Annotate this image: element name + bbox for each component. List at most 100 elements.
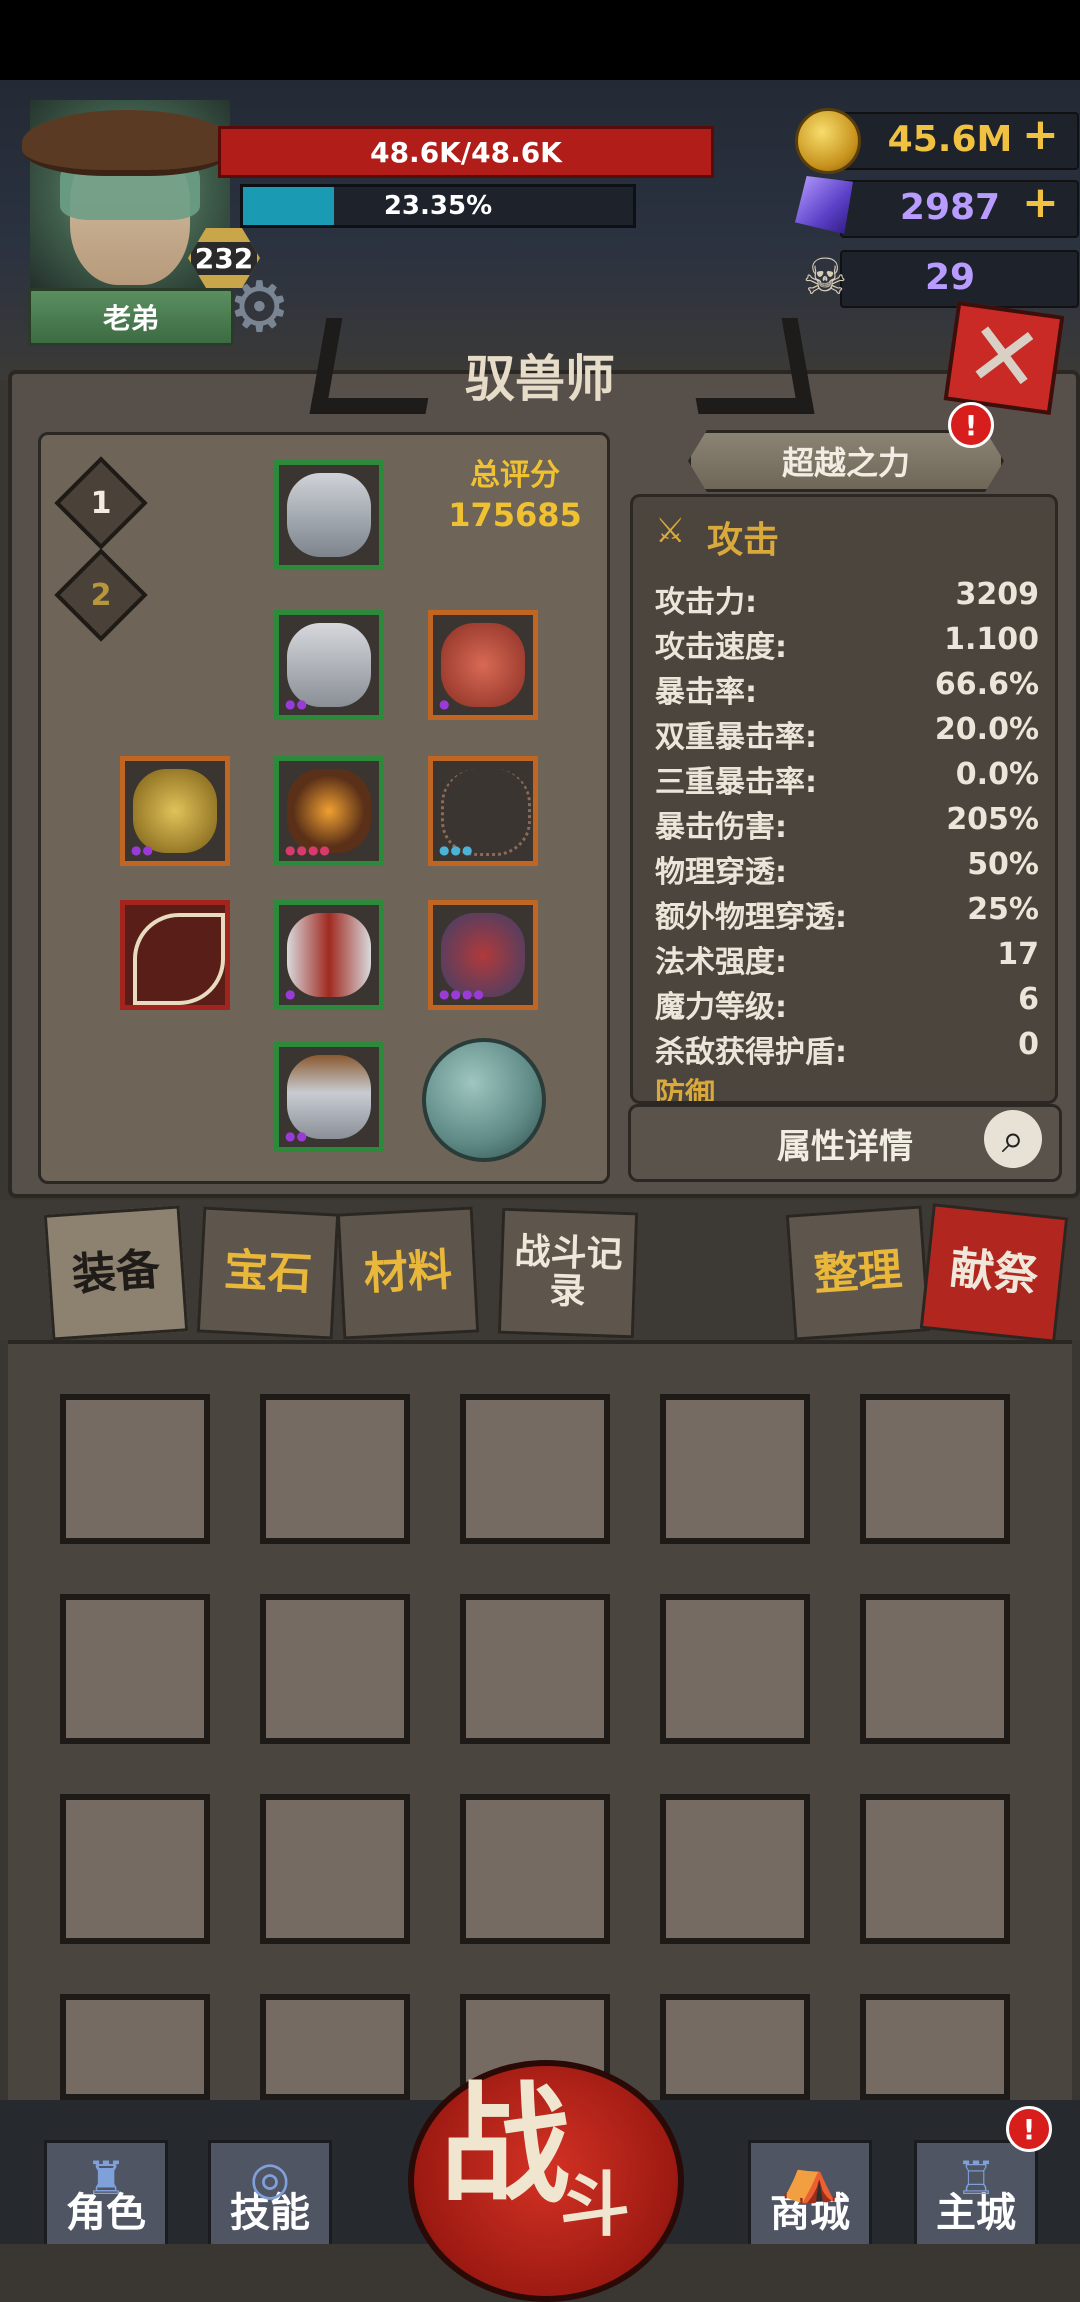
- gold-coin-icon: [795, 108, 861, 174]
- class-title: 驭兽师: [465, 350, 615, 408]
- skull-value: 29: [924, 256, 976, 298]
- inventory-slot[interactable]: [660, 1794, 810, 1944]
- socket-dots: ●●: [131, 843, 154, 857]
- inventory-slot[interactable]: [60, 1394, 210, 1544]
- cloak-slot[interactable]: ●: [428, 610, 538, 720]
- magnify-icon[interactable]: ⌕: [984, 1110, 1042, 1168]
- beyond-alert-badge: !: [948, 402, 994, 448]
- inventory-slot[interactable]: [60, 1794, 210, 1944]
- cloak-icon: [441, 623, 525, 707]
- gauntlets-icon: [287, 913, 371, 997]
- quiver-slot[interactable]: ●●●●: [428, 900, 538, 1010]
- chest-armor-icon: [287, 623, 371, 707]
- stat-label: 暴击率:: [655, 675, 757, 710]
- stat-value: 0.0%: [955, 757, 1039, 792]
- stat-row: 额外物理穿透: 25%: [655, 892, 1039, 936]
- sort-button[interactable]: 整理: [785, 1205, 931, 1341]
- stat-row: 物理穿透: 50%: [655, 847, 1039, 891]
- tab-equipment[interactable]: 装备: [43, 1205, 189, 1341]
- stat-value: 6: [1018, 982, 1039, 1017]
- stat-label: 魔力等级:: [655, 990, 787, 1025]
- belt-icon: [287, 769, 371, 853]
- stat-row: 法术强度: 17: [655, 937, 1039, 981]
- inventory-slot[interactable]: [860, 1794, 1010, 1944]
- tab-materials[interactable]: 材料: [336, 1206, 480, 1340]
- inventory-slot[interactable]: [860, 1994, 1010, 2100]
- stat-value: 3209: [955, 577, 1040, 612]
- hp-bar: 48.6K/48.6K: [218, 126, 714, 178]
- inventory-slot[interactable]: [60, 1994, 210, 2100]
- gear-icon[interactable]: ⚙: [228, 272, 291, 342]
- stat-label: 法术强度:: [655, 945, 787, 980]
- score-value: 175685: [448, 496, 582, 534]
- tab-battle-log[interactable]: 战斗记录: [497, 1207, 639, 1339]
- inventory-slot[interactable]: [860, 1394, 1010, 1544]
- battle-label-dou: 斗: [560, 2164, 630, 2246]
- nav-skills[interactable]: ◎ 技能: [208, 2140, 332, 2244]
- socket-dots: ●: [439, 697, 451, 711]
- armor-slot[interactable]: ●●: [274, 610, 384, 720]
- tab-gems[interactable]: 宝石: [196, 1206, 340, 1340]
- boots-slot[interactable]: ●●: [274, 1042, 384, 1152]
- add-gold-button[interactable]: +: [1022, 108, 1059, 162]
- stat-value: 17: [997, 937, 1039, 972]
- inventory-slot[interactable]: [460, 1594, 610, 1744]
- inventory-slot[interactable]: [660, 1994, 810, 2100]
- sacrifice-button[interactable]: 献祭: [919, 1203, 1069, 1343]
- stats-header: 攻击: [707, 520, 780, 561]
- stat-value: 25%: [967, 892, 1039, 927]
- socket-dots: ●●●●: [285, 843, 331, 857]
- stat-label: 攻击速度:: [655, 630, 787, 665]
- stats-panel: ⚔ 攻击 攻击力: 3209 攻击速度: 1.100 暴击率: 66.6% 双重暴击率…: [630, 494, 1058, 1104]
- inventory-slot[interactable]: [460, 1794, 610, 1944]
- nav-character[interactable]: ♜ 角色: [44, 2140, 168, 2244]
- stat-value: 20.0%: [934, 712, 1039, 747]
- socket-dots: ●●: [285, 697, 308, 711]
- set-tab-2-label: 2: [90, 577, 112, 613]
- helmet-slot[interactable]: [274, 460, 384, 570]
- inventory-slot[interactable]: [260, 1594, 410, 1744]
- close-icon: ✕: [959, 300, 1049, 415]
- status-bar: [0, 0, 1080, 80]
- inventory-slot[interactable]: [60, 1594, 210, 1744]
- stat-row: 双重暴击率: 20.0%: [655, 712, 1039, 756]
- add-gems-button[interactable]: +: [1022, 176, 1059, 230]
- score-label: 总评分: [470, 458, 560, 493]
- stat-row: 暴击率: 66.6%: [655, 667, 1039, 711]
- stat-label: 额外物理穿透:: [655, 900, 847, 935]
- inventory-slot[interactable]: [860, 1594, 1010, 1744]
- main-city-alert-badge: !: [1006, 2106, 1052, 2152]
- castle-icon: ♖: [955, 2151, 997, 2205]
- stat-row: 暴击伤害: 205%: [655, 802, 1039, 846]
- stat-label: 物理穿透:: [655, 855, 787, 890]
- bow-icon: [133, 913, 225, 1005]
- close-button[interactable]: ✕: [943, 300, 1065, 416]
- inventory-slot[interactable]: [660, 1394, 810, 1544]
- ram-skull-icon: ☠: [802, 248, 848, 306]
- stat-label: 暴击伤害:: [655, 810, 787, 845]
- gem-value: 2987: [899, 186, 1001, 228]
- ring-slot[interactable]: ●●: [120, 756, 230, 866]
- necklace-slot[interactable]: ●●●: [428, 756, 538, 866]
- stat-value: 1.100: [944, 622, 1039, 657]
- player-name[interactable]: 老弟: [28, 288, 234, 346]
- inventory-slot[interactable]: [260, 1394, 410, 1544]
- stat-row: 三重暴击率: 0.0%: [655, 757, 1039, 801]
- helmet-icon: [287, 473, 371, 557]
- socket-dots: ●●: [285, 1129, 308, 1143]
- boots-icon: [287, 1055, 371, 1139]
- stat-value: 66.6%: [934, 667, 1039, 702]
- inventory-slot[interactable]: [260, 1794, 410, 1944]
- emblem-coin-icon[interactable]: [422, 1038, 546, 1162]
- inventory-slot[interactable]: [660, 1594, 810, 1744]
- belt-slot[interactable]: ●●●●: [274, 756, 384, 866]
- socket-dots: ●●●: [439, 843, 474, 857]
- stat-row: 杀敌获得护盾: 0: [655, 1027, 1039, 1071]
- nav-shop[interactable]: ⛺ 商城: [748, 2140, 872, 2244]
- gloves-slot[interactable]: ●: [274, 900, 384, 1010]
- crossed-swords-icon: ⚔: [655, 511, 686, 551]
- weapon-slot[interactable]: [120, 900, 230, 1010]
- inventory-slot[interactable]: [460, 1394, 610, 1544]
- inventory-slot[interactable]: [260, 1994, 410, 2100]
- nav-main-city[interactable]: ♖ 主城: [914, 2140, 1038, 2244]
